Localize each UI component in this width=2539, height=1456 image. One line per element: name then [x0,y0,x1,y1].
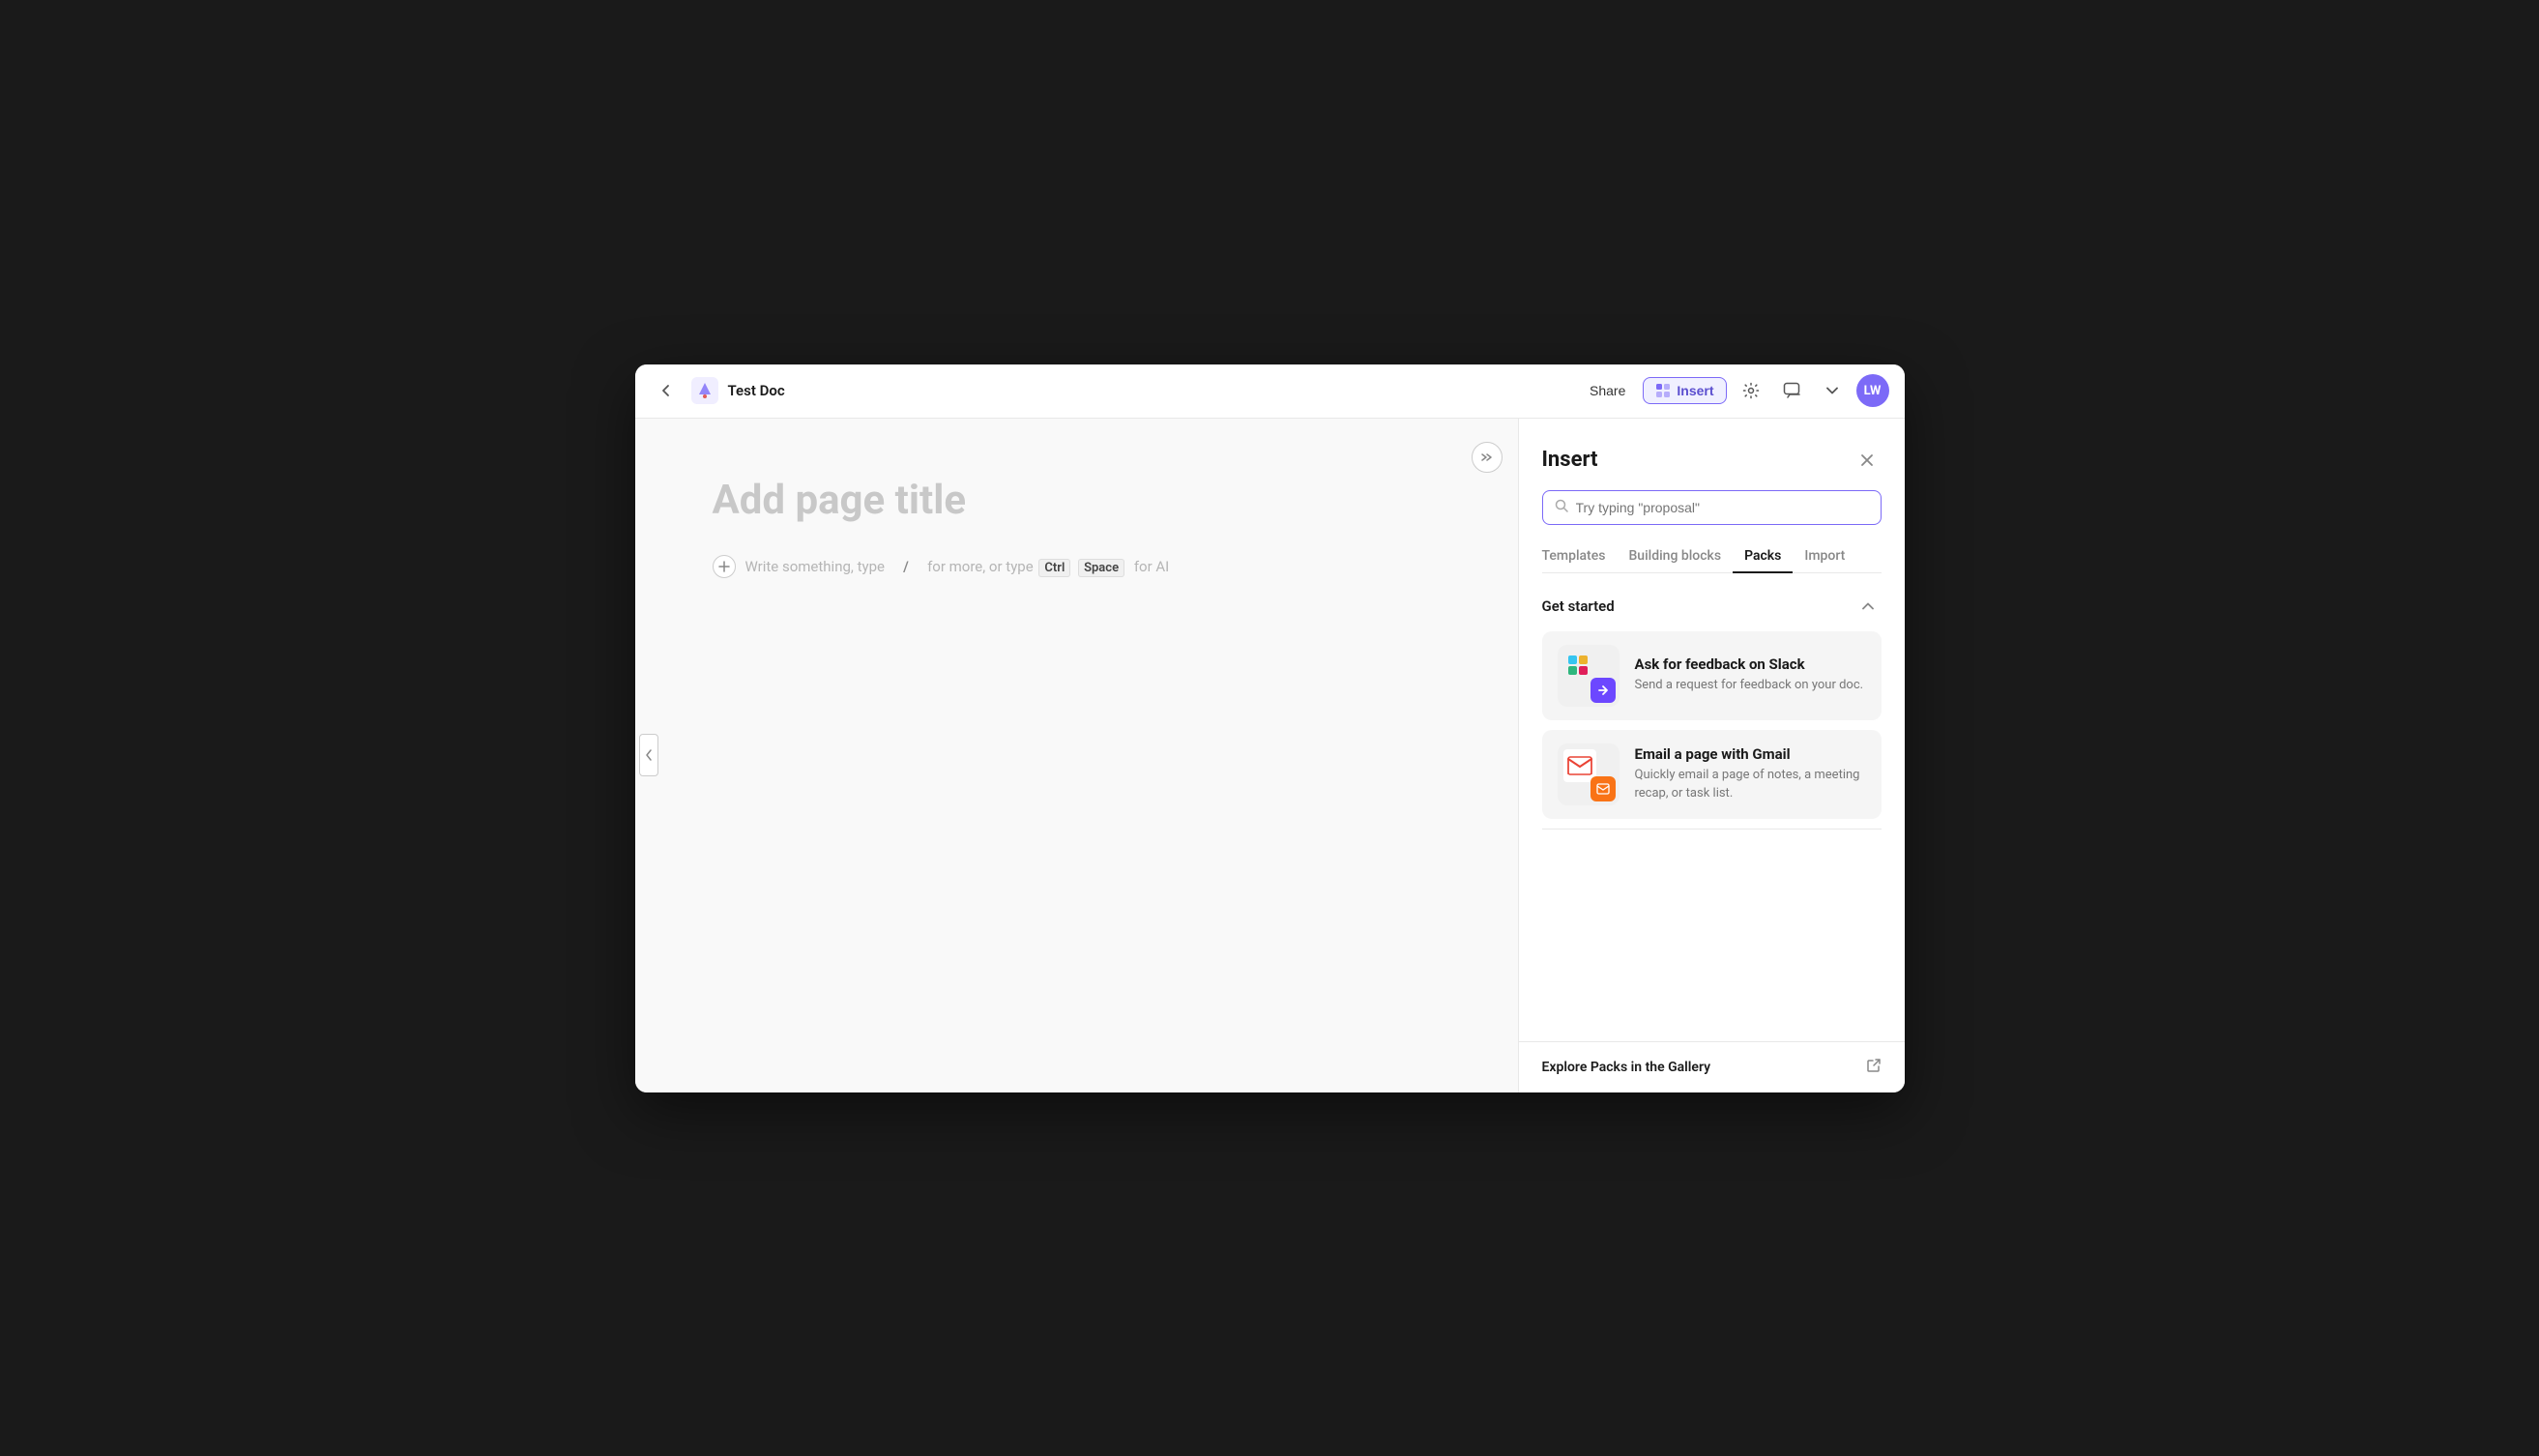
slack-pack-info: Ask for feedback on Slack Send a request… [1635,655,1866,694]
chevrons-left-icon [644,748,654,762]
slack-logo [1563,651,1596,684]
doc-title: Test Doc [728,382,785,399]
share-button[interactable]: Share [1580,377,1635,404]
gmail-pack-info: Email a page with Gmail Quickly email a … [1635,745,1866,801]
back-button[interactable] [651,375,682,406]
gmail-logo [1563,749,1596,782]
ctrl-key: Ctrl [1038,559,1070,577]
avatar[interactable]: LW [1856,374,1889,407]
page-title-placeholder[interactable]: Add page title [713,477,1441,524]
pack-card-slack[interactable]: Ask for feedback on Slack Send a request… [1542,631,1882,720]
main-area: Add page title Write something, type / f… [635,419,1905,1092]
slack-arrow-badge [1591,678,1616,703]
insert-icon [1655,383,1671,398]
explore-packs-footer[interactable]: Explore Packs in the Gallery [1519,1041,1905,1092]
get-started-header: Get started [1542,573,1882,631]
search-input[interactable] [1576,500,1869,515]
gmail-pack-name: Email a page with Gmail [1635,745,1866,763]
search-box [1542,490,1882,525]
slack-icon-composite [1558,645,1620,707]
add-block-button[interactable] [713,555,736,578]
gmail-icon-composite [1558,743,1620,805]
explore-packs-label: Explore Packs in the Gallery [1542,1060,1711,1075]
pack-card-gmail[interactable]: Email a page with Gmail Quickly email a … [1542,730,1882,819]
chevron-down-icon [1826,387,1838,394]
plus-icon [718,561,730,572]
tab-templates[interactable]: Templates [1542,540,1618,573]
expand-sidebar-button[interactable] [639,734,658,776]
gmail-envelope-badge [1591,776,1616,801]
tab-packs[interactable]: Packs [1733,540,1793,573]
editor-area: Add page title Write something, type / f… [635,419,1518,1092]
gear-icon [1742,382,1760,399]
tab-building-blocks[interactable]: Building blocks [1617,540,1733,573]
editor-hint-text: Write something, type / for more, or typ… [745,558,1170,575]
dropdown-button[interactable] [1816,374,1849,407]
top-bar: Test Doc Share Insert [635,364,1905,419]
insert-button[interactable]: Insert [1643,377,1726,404]
editor-content: Add page title Write something, type / f… [635,419,1518,617]
comment-icon [1783,382,1800,399]
space-key: Space [1078,559,1124,577]
panel-header: Insert [1519,419,1905,475]
close-icon [1859,452,1875,468]
editor-hint: Write something, type / for more, or typ… [713,555,1441,578]
chevron-up-icon [1862,602,1874,610]
settings-button[interactable] [1735,374,1767,407]
panel-title: Insert [1542,448,1598,472]
app-window: Test Doc Share Insert [635,364,1905,1092]
panel-content: Get started [1519,573,1905,1041]
gmail-pack-desc: Quickly email a page of notes, a meeting… [1635,767,1866,801]
collapse-panel-button[interactable] [1472,442,1503,473]
search-icon [1555,499,1568,516]
chevrons-right-icon [1480,451,1494,464]
comment-button[interactable] [1775,374,1808,407]
collapse-section-button[interactable] [1854,593,1882,620]
insert-panel: Insert Templates Building [1518,419,1905,1092]
external-link-icon [1866,1058,1882,1077]
section-title-get-started: Get started [1542,597,1615,615]
panel-tabs: Templates Building blocks Packs Import [1542,540,1882,573]
close-panel-button[interactable] [1853,446,1882,475]
top-bar-right: Share Insert [1580,374,1888,407]
panel-divider [1542,829,1882,830]
slack-pack-desc: Send a request for feedback on your doc. [1635,677,1866,694]
slack-pack-name: Ask for feedback on Slack [1635,655,1866,673]
app-icon [689,375,720,406]
tab-import[interactable]: Import [1793,540,1856,573]
